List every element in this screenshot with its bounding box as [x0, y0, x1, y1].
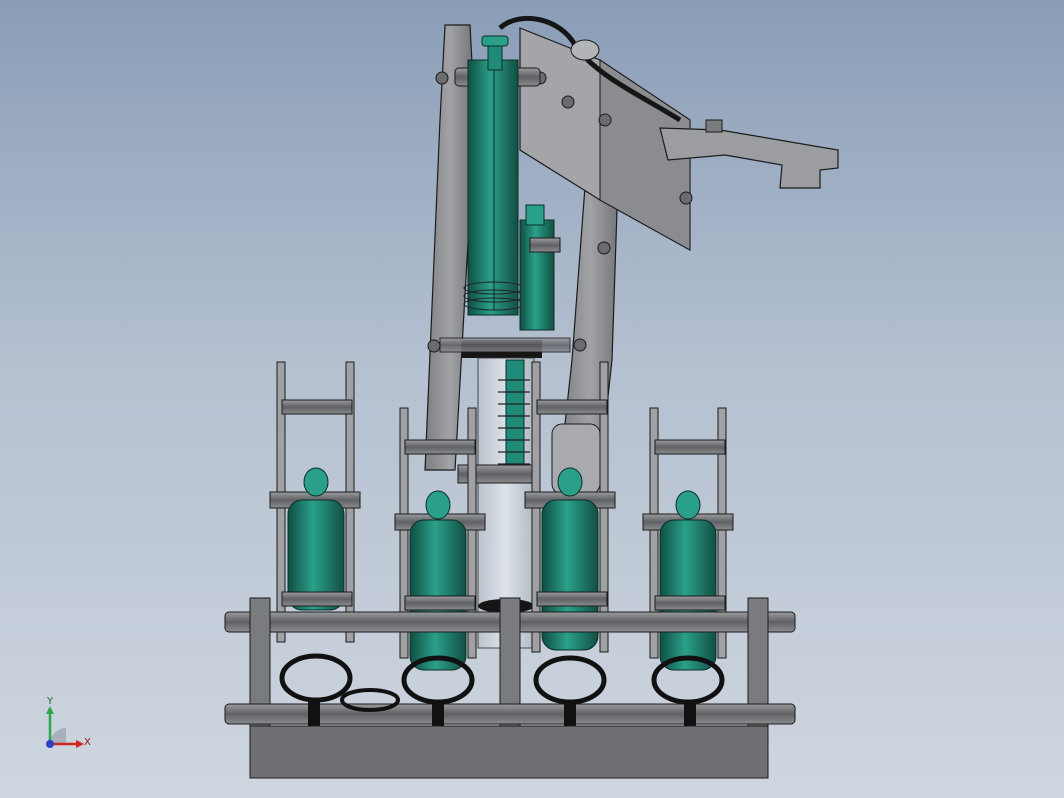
tray-floor[interactable] — [249, 725, 769, 779]
upper-arm-group[interactable] — [424, 15, 839, 649]
top-bracket[interactable] — [570, 39, 600, 61]
base-tray[interactable] — [224, 597, 796, 779]
mid-rod-1[interactable] — [529, 237, 561, 253]
axis-x-label: X — [84, 737, 91, 748]
orientation-triad[interactable]: Y X — [40, 696, 100, 760]
axis-y-label: Y — [47, 696, 54, 707]
holder-frame-3[interactable] — [524, 361, 616, 705]
secondary-cylinder[interactable] — [519, 219, 555, 331]
triad-icon — [46, 706, 84, 748]
assembly-model[interactable] — [0, 0, 1064, 798]
holder-frame-2[interactable] — [394, 407, 486, 705]
gripper-pivot[interactable] — [705, 119, 723, 133]
cad-viewport[interactable]: Y X — [0, 0, 1064, 798]
mid-rod-2[interactable] — [439, 337, 571, 353]
holder-frame-4[interactable] — [642, 407, 734, 705]
holder-frame-1[interactable] — [269, 361, 361, 703]
main-cylinder[interactable] — [467, 59, 519, 316]
